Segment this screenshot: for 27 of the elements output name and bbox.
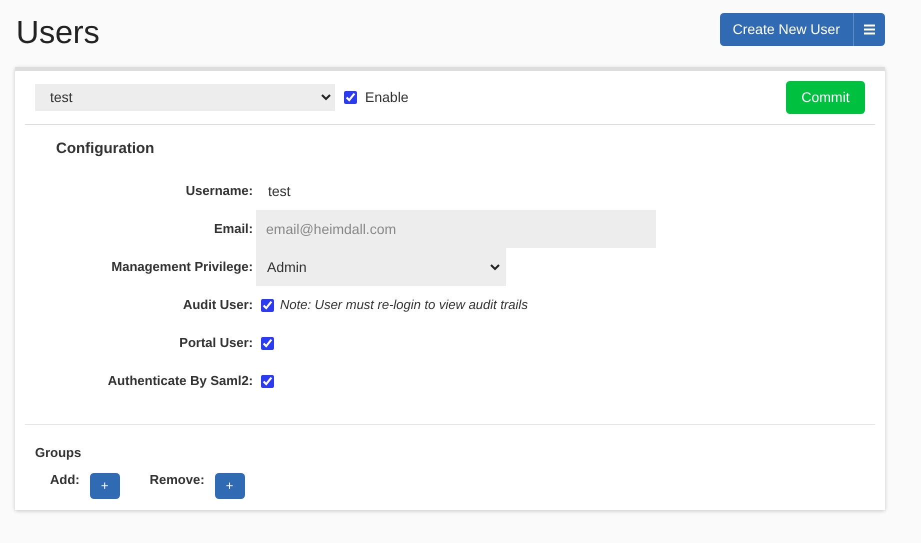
checkbox[interactable] [344, 91, 357, 104]
enable-label: Enable [365, 88, 409, 107]
create-user-button[interactable]: Create New User [720, 13, 854, 46]
page-title: Users [16, 13, 100, 52]
group-action-label: Remove: [150, 471, 205, 489]
user-select[interactable]: test [35, 84, 335, 111]
note-text: Note: User must re-login to view audit trails [280, 296, 528, 314]
username-value: test [267, 182, 291, 200]
field-label: Portal User: [179, 334, 253, 352]
chevron-down-icon [490, 264, 500, 270]
checkbox[interactable] [261, 298, 274, 312]
field-label: Authenticate By Saml2: [108, 372, 253, 390]
add-button[interactable]: + [214, 473, 245, 499]
checkbox[interactable] [261, 336, 274, 350]
checkbox[interactable] [261, 374, 274, 388]
email-field[interactable]: email@heimdall.com [256, 210, 656, 248]
group-action-label: Add: [50, 471, 80, 489]
field-label: Username: [186, 182, 253, 200]
menu-icon [864, 24, 875, 35]
privilege-select[interactable]: Admin [256, 248, 506, 286]
field-label: Management Privilege: [111, 258, 253, 276]
field-label: Audit User: [182, 296, 253, 314]
chevron-down-icon [321, 94, 331, 101]
section-title: Groups [35, 444, 82, 462]
field-label: Email: [214, 220, 253, 238]
add-button[interactable]: + [90, 473, 120, 499]
section-title: Configuration [55, 139, 156, 159]
